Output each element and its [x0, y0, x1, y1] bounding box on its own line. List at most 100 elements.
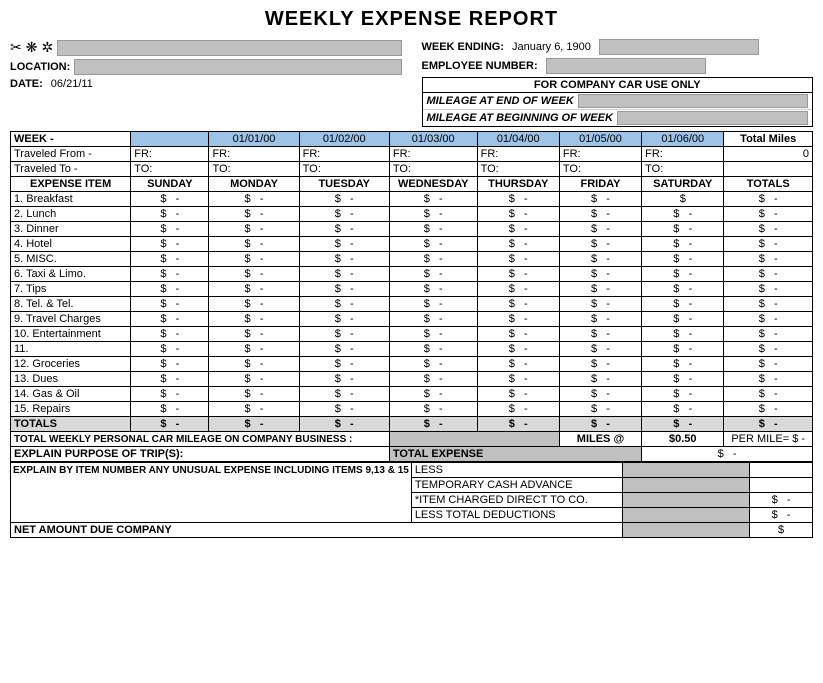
temp-cash-input[interactable] [623, 478, 750, 493]
week-ending-input[interactable] [599, 39, 759, 55]
traveled-to-to-2: TO: [299, 162, 389, 177]
item-charged-input[interactable] [623, 493, 750, 508]
col-expense-item: EXPENSE ITEM [11, 177, 131, 192]
company-car-title: FOR COMPANY CAR USE ONLY [423, 78, 813, 93]
traveled-to-to-5: TO: [559, 162, 641, 177]
date-value: 06/21/11 [51, 78, 93, 90]
mileage-begin-label: MILEAGE AT BEGINNING OF WEEK [427, 112, 613, 124]
col-friday: FRIDAY [559, 177, 641, 192]
table-row: 2. Lunch $ - $ - $ - $ - $ - $ - $ - $ - [11, 207, 813, 222]
temp-cash-label: TEMPORARY CASH ADVANCE [411, 478, 622, 493]
col-sunday: SUNDAY [131, 177, 209, 192]
less-value [750, 463, 813, 478]
temp-cash-value [750, 478, 813, 493]
date-3: 01/03/00 [389, 132, 477, 147]
date-4: 01/04/00 [477, 132, 559, 147]
traveled-from-fr-4: FR: [477, 147, 559, 162]
table-row: 8. Tel. & Tel. $ - $ - $ - $ - $ - $ - $… [11, 297, 813, 312]
table-row: 13. Dues $ - $ - $ - $ - $ - $ - $ - $ - [11, 372, 813, 387]
date-5: 01/05/00 [559, 132, 641, 147]
employee-number-input[interactable] [546, 58, 706, 74]
traveled-from-fr-3: FR: [389, 147, 477, 162]
mileage-label: TOTAL WEEKLY PERSONAL CAR MILEAGE ON COM… [11, 432, 390, 447]
col-wednesday: WEDNESDAY [389, 177, 477, 192]
table-row: 6. Taxi & Limo. $ - $ - $ - $ - $ - $ - … [11, 267, 813, 282]
icon2: ❋ [26, 39, 38, 56]
summary-row-less: EXPLAIN BY ITEM NUMBER ANY UNUSUAL EXPEN… [11, 463, 813, 478]
icon3: ✲ [41, 39, 53, 56]
mileage-row: TOTAL WEEKLY PERSONAL CAR MILEAGE ON COM… [11, 432, 813, 447]
traveled-from-fr-6: FR: [642, 147, 724, 162]
traveled-from-fr-2: FR: [299, 147, 389, 162]
less-label: LESS [411, 463, 622, 478]
less-input[interactable] [623, 463, 750, 478]
page-title: WEEKLY EXPENSE REPORT [10, 8, 813, 31]
location-input[interactable] [74, 59, 401, 75]
totals-row: TOTALS $ - $ - $ - $ - $ - $ - $ - $ - [11, 417, 813, 432]
table-row: 11. $ - $ - $ - $ - $ - $ - $ - $ - [11, 342, 813, 357]
traveled-to-to-1: TO: [209, 162, 299, 177]
miles-at: MILES @ [559, 432, 641, 447]
traveled-from-fr-0: FR: [131, 147, 209, 162]
col-monday: MONDAY [209, 177, 299, 192]
traveled-from-fr-5: FR: [559, 147, 641, 162]
table-row: 15. Repairs $ - $ - $ - $ - $ - $ - $ - … [11, 402, 813, 417]
net-amount-value: $ [750, 523, 813, 538]
less-total-input[interactable] [623, 508, 750, 523]
explain-purpose-right-label: TOTAL EXPENSE [389, 447, 641, 462]
col-thursday: THURSDAY [477, 177, 559, 192]
mileage-begin-input[interactable] [617, 111, 808, 125]
footer-explain-label: EXPLAIN BY ITEM NUMBER ANY UNUSUAL EXPEN… [11, 463, 412, 523]
per-mile: PER MILE= $ - [724, 432, 813, 447]
col-saturday: SATURDAY [642, 177, 724, 192]
table-row: 9. Travel Charges $ - $ - $ - $ - $ - $ … [11, 312, 813, 327]
traveled-to-to-3: TO: [389, 162, 477, 177]
less-total-label: LESS TOTAL DEDUCTIONS [411, 508, 622, 523]
rate: $0.50 [642, 432, 724, 447]
net-amount-input[interactable] [623, 523, 750, 538]
week-ending-value: January 6, 1900 [512, 41, 591, 53]
net-amount-label: NET AMOUNT DUE COMPANY [11, 523, 623, 538]
less-total-value: $ - [750, 508, 813, 523]
col-totals: TOTALS [724, 177, 813, 192]
total-expense-value: $ - [642, 447, 813, 462]
table-row: 14. Gas & Oil $ - $ - $ - $ - $ - $ - $ … [11, 387, 813, 402]
traveled-to-empty [724, 162, 813, 177]
icon-input[interactable] [57, 40, 401, 56]
table-row: 10. Entertainment $ - $ - $ - $ - $ - $ … [11, 327, 813, 342]
explain-purpose-label: EXPLAIN PURPOSE OF TRIP(S): [11, 447, 390, 462]
date-1: 01/01/00 [209, 132, 299, 147]
total-miles-label: Total Miles [724, 132, 813, 147]
item-charged-label: *ITEM CHARGED DIRECT TO CO. [411, 493, 622, 508]
col-tuesday: TUESDAY [299, 177, 389, 192]
item-charged-value: $ - [750, 493, 813, 508]
table-row: 3. Dinner $ - $ - $ - $ - $ - $ - $ - $ … [11, 222, 813, 237]
date-label: DATE: [10, 78, 43, 90]
total-miles-value: 0 [724, 147, 813, 162]
traveled-from-label: Traveled From - [11, 147, 131, 162]
week-ending-label: WEEK ENDING: [422, 41, 505, 53]
expense-table: WEEK - 01/01/00 01/02/00 01/03/00 01/04/… [10, 131, 813, 462]
traveled-to-label: Traveled To - [11, 162, 131, 177]
traveled-to-to-4: TO: [477, 162, 559, 177]
date-2: 01/02/00 [299, 132, 389, 147]
traveled-from-fr-1: FR: [209, 147, 299, 162]
icon1: ✂ [10, 39, 22, 56]
table-row: 7. Tips $ - $ - $ - $ - $ - $ - $ - $ - [11, 282, 813, 297]
summary-table: EXPLAIN BY ITEM NUMBER ANY UNUSUAL EXPEN… [10, 462, 813, 538]
mileage-end-input[interactable] [578, 94, 808, 108]
traveled-to-to-6: TO: [642, 162, 724, 177]
table-row: 5. MISC. $ - $ - $ - $ - $ - $ - $ - $ - [11, 252, 813, 267]
table-row: 12. Groceries $ - $ - $ - $ - $ - $ - $ … [11, 357, 813, 372]
mileage-input[interactable] [389, 432, 559, 447]
explain-purpose-row: EXPLAIN PURPOSE OF TRIP(S): TOTAL EXPENS… [11, 447, 813, 462]
date-0 [131, 132, 209, 147]
date-6: 01/06/00 [642, 132, 724, 147]
table-row: 4. Hotel $ - $ - $ - $ - $ - $ - $ - $ - [11, 237, 813, 252]
table-row: 1. Breakfast $ - $ - $ - $ - $ - $ - $ $… [11, 192, 813, 207]
traveled-to-to-0: TO: [131, 162, 209, 177]
employee-number-label: EMPLOYEE NUMBER: [422, 60, 538, 72]
week-label: WEEK - [11, 132, 131, 147]
summary-row-net: NET AMOUNT DUE COMPANY $ [11, 523, 813, 538]
mileage-end-label: MILEAGE AT END OF WEEK [427, 95, 574, 107]
